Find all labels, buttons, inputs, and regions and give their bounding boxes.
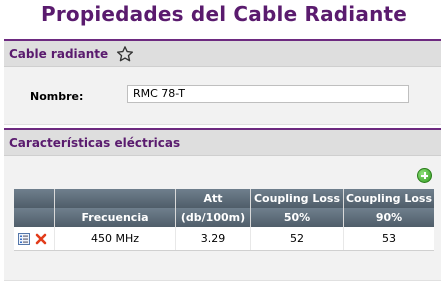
header-att-top[interactable]: Att [175,189,251,208]
header-cl50-top[interactable]: Coupling Loss [250,189,344,208]
header-actions [14,189,55,208]
edit-icon[interactable] [18,232,30,245]
name-field[interactable]: RMC 78-T [127,85,409,103]
page-title: Propiedades del Cable Radiante [40,2,408,26]
header-actions-bottom [14,208,55,227]
cable-panel-title: Cable radiante [9,46,109,61]
cable-panel: Cable radiante Nombre: RMC 78-T [4,39,441,125]
header-row-1: Att Coupling Loss Coupling Loss [14,189,434,208]
header-cl50-pct[interactable]: 50% [250,208,344,227]
cell-frequency: 450 MHz [54,227,176,251]
characteristics-table: Att Coupling Loss Coupling Loss Frecuenc… [14,189,434,251]
header-frequency[interactable]: Frecuencia [54,208,176,227]
header-row-2: Frecuencia (db/100m) 50% 90% [14,208,434,227]
star-icon[interactable] [116,45,134,63]
cell-att: 3.29 [175,227,251,251]
cable-panel-header: Cable radiante [4,41,441,67]
electrical-panel-header: Características eléctricas [4,130,441,156]
table-row: 450 MHz 3.29 52 53 [14,227,434,251]
header-frequency-top [54,189,176,208]
delete-icon[interactable] [35,233,47,245]
cell-cl50: 52 [250,227,344,251]
header-att-unit[interactable]: (db/100m) [175,208,251,227]
electrical-panel-title: Características eléctricas [9,135,181,150]
row-actions-cell [14,227,55,251]
electrical-panel: Características eléctricas Att Coupling … [4,128,441,281]
header-cl90-pct[interactable]: 90% [343,208,434,227]
cell-cl90: 53 [343,227,434,251]
name-label: Nombre: [30,90,84,103]
header-cl90-top[interactable]: Coupling Loss [343,189,434,208]
add-icon[interactable] [417,168,432,183]
